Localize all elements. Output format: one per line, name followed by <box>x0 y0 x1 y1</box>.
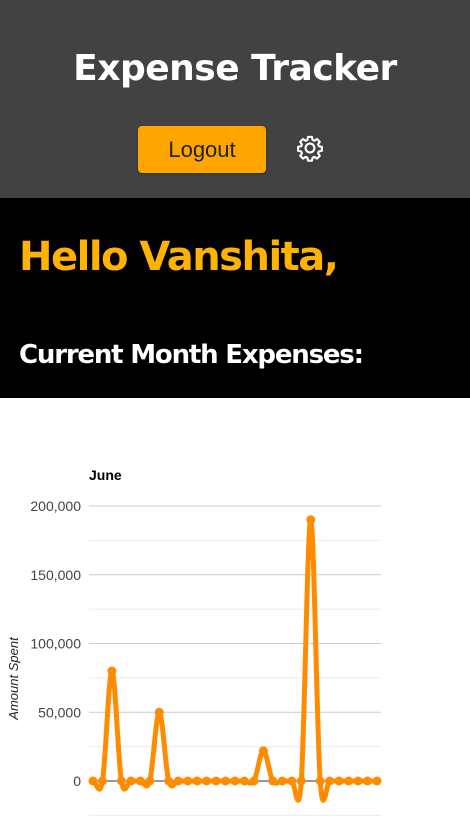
data-point[interactable] <box>192 776 202 786</box>
data-point[interactable] <box>287 776 297 786</box>
data-point[interactable] <box>353 776 363 786</box>
data-point[interactable] <box>211 776 221 786</box>
logout-button[interactable]: Logout <box>138 126 266 173</box>
data-point[interactable] <box>107 666 117 676</box>
data-point[interactable] <box>221 776 231 786</box>
y-tick-label: 100,000 <box>30 636 81 652</box>
data-point[interactable] <box>88 776 98 786</box>
series-line <box>90 517 380 803</box>
data-point[interactable] <box>202 776 212 786</box>
data-point[interactable] <box>258 746 268 756</box>
data-point[interactable] <box>164 776 174 786</box>
data-point[interactable] <box>116 776 126 786</box>
data-point[interactable] <box>97 776 107 786</box>
data-point[interactable] <box>154 707 164 717</box>
y-tick-label: 200,000 <box>30 498 81 514</box>
data-point[interactable] <box>135 776 145 786</box>
data-point[interactable] <box>145 776 155 786</box>
data-point[interactable] <box>173 776 183 786</box>
data-point[interactable] <box>268 776 278 786</box>
greeting-text: Hello Vanshita, <box>19 234 339 280</box>
data-point[interactable] <box>334 776 344 786</box>
y-tick-label: 0 <box>73 773 81 789</box>
data-point[interactable] <box>183 776 193 786</box>
chart-title: June <box>89 467 122 483</box>
y-axis-label: Amount Spent <box>6 636 21 721</box>
expense-line-chart: June Amount Spent 0 50,000 100,000 150,000 2… <box>6 467 382 816</box>
data-point[interactable] <box>306 515 316 525</box>
app-title: Expense Tracker <box>73 48 397 89</box>
section-heading: Current Month Expenses: <box>19 340 364 370</box>
data-point[interactable] <box>239 776 249 786</box>
data-point[interactable] <box>296 776 306 786</box>
data-point[interactable] <box>277 776 287 786</box>
y-tick-label: 50,000 <box>38 704 81 720</box>
data-point[interactable] <box>344 776 354 786</box>
data-point[interactable] <box>372 776 382 786</box>
gear-icon[interactable] <box>296 134 324 162</box>
data-point[interactable] <box>315 776 325 786</box>
data-point[interactable] <box>363 776 373 786</box>
expense-chart-container: June Amount Spent 0 50,000 100,000 150,000 2… <box>0 398 470 818</box>
data-point[interactable] <box>230 776 240 786</box>
data-point[interactable] <box>249 776 259 786</box>
y-tick-label: 150,000 <box>30 567 81 583</box>
data-point[interactable] <box>126 776 136 786</box>
data-point[interactable] <box>325 776 335 786</box>
